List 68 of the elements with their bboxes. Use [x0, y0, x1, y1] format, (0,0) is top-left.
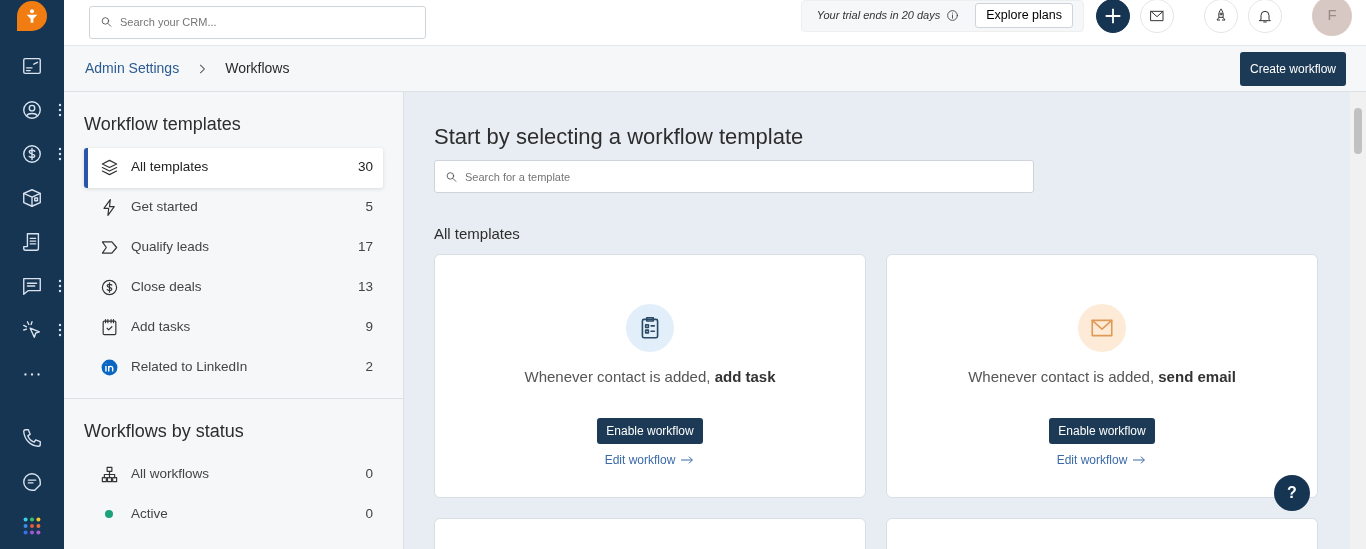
contact-icon — [21, 99, 43, 121]
count-label: 13 — [357, 278, 373, 297]
explore-plans-button[interactable]: Explore plans — [975, 3, 1073, 28]
dollar-icon — [21, 143, 43, 165]
count-label: 9 — [365, 318, 373, 337]
filter-label: Related to LinkedIn — [131, 358, 248, 377]
enable-workflow-button[interactable]: Enable workflow — [1049, 418, 1155, 445]
edit-workflow-link[interactable]: Edit workflow — [1056, 451, 1148, 470]
template-description: Whenever contact is added, add task — [524, 366, 776, 387]
filter-item[interactable]: Active 0 — [84, 494, 383, 535]
filter-label: Close deals — [131, 278, 202, 297]
layers-icon — [100, 158, 119, 178]
filter-item[interactable]: Get started 5 — [84, 187, 383, 228]
apps-icon — [21, 515, 43, 537]
template-search-field[interactable]: Search for a template — [434, 160, 1034, 194]
rocket-button[interactable] — [1204, 0, 1238, 33]
help-button[interactable]: ? — [1274, 475, 1310, 511]
calendar-check-icon — [100, 318, 119, 338]
create-workflow-button[interactable]: Create workflow — [1239, 51, 1346, 86]
notifications-button[interactable] — [1248, 0, 1282, 33]
scrollbar[interactable] — [1350, 92, 1366, 549]
more-icon — [24, 372, 40, 376]
filter-item[interactable]: All workflows 0 — [84, 454, 383, 495]
chat-icon — [21, 275, 43, 297]
filter-label: All workflows — [131, 465, 209, 484]
kebab-icon[interactable] — [58, 147, 62, 161]
section-heading: All templates — [434, 224, 521, 245]
filter-label: Get started — [131, 198, 198, 217]
kebab-icon[interactable] — [58, 323, 62, 337]
kebab-icon[interactable] — [58, 279, 62, 293]
page-title: Start by selecting a workflow template — [434, 124, 805, 151]
note-icon — [21, 471, 43, 493]
count-label: 0 — [365, 505, 373, 524]
count-label: 17 — [357, 238, 373, 257]
kebab-icon[interactable] — [58, 103, 62, 117]
hierarchy-icon — [100, 464, 119, 484]
add-button[interactable] — [1096, 0, 1130, 33]
cursor-icon — [21, 319, 43, 341]
count-label: 30 — [357, 158, 373, 177]
breadcrumb-current: Workflows — [225, 59, 290, 78]
count-label: 2 — [365, 358, 373, 377]
breadcrumb-link[interactable]: Admin Settings — [85, 58, 180, 79]
dollar-icon — [100, 278, 119, 298]
linkedin-icon — [100, 358, 119, 378]
count-label: 5 — [365, 198, 373, 217]
filter-label: Qualify leads — [131, 238, 210, 257]
panel-heading: Workflow templates — [83, 113, 242, 136]
filter-label: Add tasks — [131, 318, 191, 337]
filter-item[interactable]: Close deals 13 — [84, 267, 383, 308]
template-description: Whenever contact is added, send email — [968, 366, 1236, 387]
count-label: 0 — [365, 465, 373, 484]
logo-icon[interactable] — [17, 1, 47, 31]
enable-workflow-button[interactable]: Enable workflow — [597, 418, 703, 445]
card-icon — [21, 55, 43, 77]
email-button[interactable] — [1140, 0, 1174, 33]
panel-heading: Workflows by status — [83, 419, 245, 443]
trial-notice: Your trial ends in 20 days — [816, 8, 941, 24]
filter-label: All templates — [131, 158, 209, 177]
edit-workflow-link[interactable]: Edit workflow — [604, 451, 696, 470]
filter-item[interactable]: All templates 30 — [84, 147, 383, 188]
filter-item[interactable]: Add tasks 9 — [84, 307, 383, 348]
info-icon — [946, 9, 960, 22]
filter-item[interactable]: Related to LinkedIn 2 — [84, 347, 383, 388]
filter-label: Active — [131, 505, 168, 524]
phone-icon — [21, 427, 43, 449]
search-field[interactable]: Search your CRM... — [89, 5, 426, 39]
filter-item[interactable]: Qualify leads 17 — [84, 227, 383, 268]
box-icon — [21, 187, 43, 209]
